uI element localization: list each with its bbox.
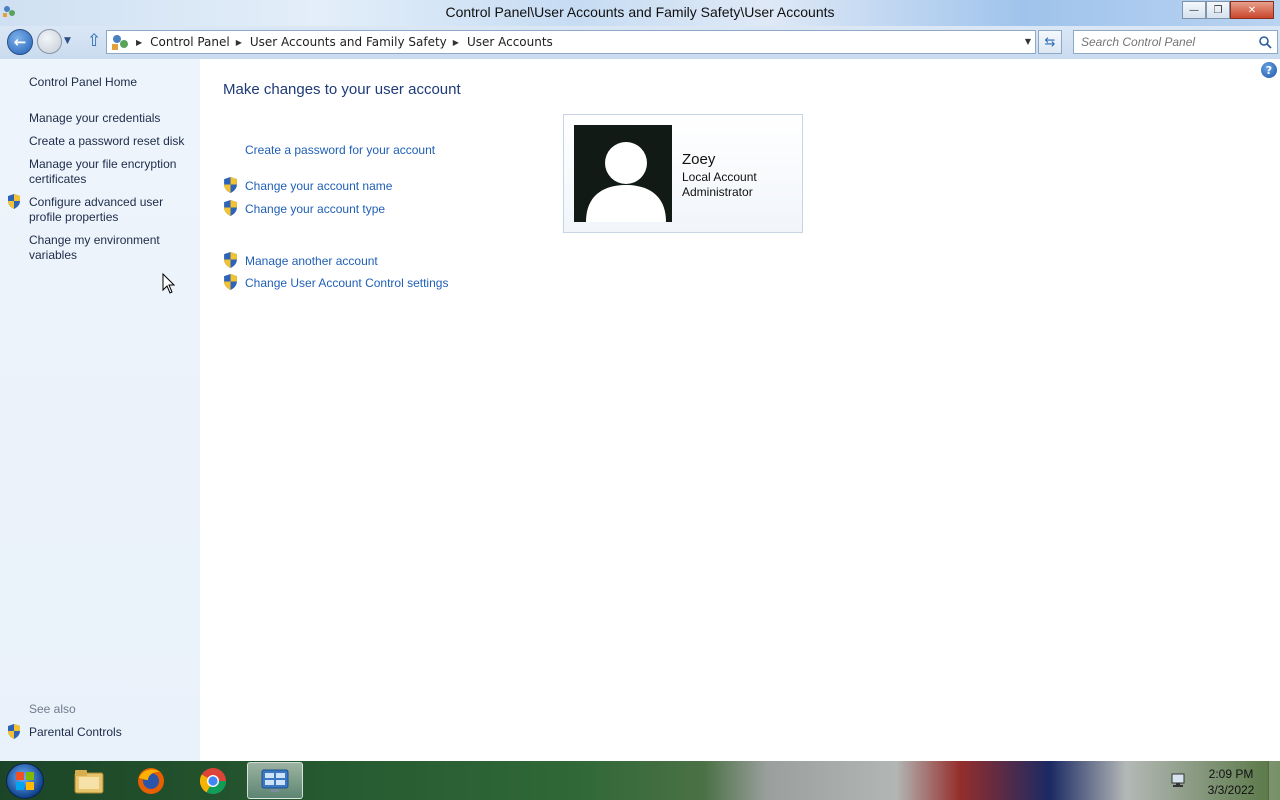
change-account-name-link[interactable]: Change your account name [245,179,392,193]
breadcrumb-user-accounts-family-safety[interactable]: User Accounts and Family Safety [250,35,447,49]
forward-button[interactable] [37,29,62,54]
control-panel-icon [261,769,289,792]
uac-shield-icon [8,194,20,209]
account-tile: Zoey Local Account Administrator [563,114,803,233]
search-box[interactable] [1073,30,1278,54]
start-button[interactable] [6,763,44,799]
manage-another-account-link[interactable]: Manage another account [245,254,378,268]
folder-icon [74,769,104,793]
mouse-cursor-icon [162,273,176,294]
chevron-right-icon[interactable]: ▶ [453,38,459,47]
firefox-icon [138,767,164,794]
restore-button[interactable]: ❐ [1206,1,1230,19]
title-bar: Control Panel\User Accounts and Family S… [0,0,1280,26]
uac-shield-icon [8,724,20,739]
uac-shield-icon [224,252,237,268]
uac-shield-icon [224,200,237,216]
create-password-link[interactable]: Create a password for your account [245,143,435,157]
search-icon[interactable] [1258,35,1272,49]
left-navigation-pane: Control Panel Home Manage your credentia… [0,59,200,761]
window-title: Control Panel\User Accounts and Family S… [445,4,835,20]
control-panel-home-link[interactable]: Control Panel Home [29,75,194,90]
taskbar-firefox[interactable] [123,762,179,799]
change-account-type-link[interactable]: Change your account type [245,202,385,216]
taskbar: 2:09 PM 3/3/2022 [0,761,1280,800]
chevron-right-icon[interactable]: ▶ [136,38,142,47]
configure-advanced-user-profile-link[interactable]: Configure advanced user profile properti… [29,195,179,225]
search-input[interactable] [1074,31,1254,53]
refresh-button[interactable]: ⇆ [1038,30,1062,54]
recent-pages-dropdown-icon[interactable]: ▼ [64,36,71,46]
create-password-reset-disk-link[interactable]: Create a password reset disk [29,134,194,149]
chrome-icon [199,767,227,794]
navigation-bar: ← ▼ ⇧ ▶ Control Panel ▶ User Accounts an… [0,26,1280,59]
help-icon[interactable]: ? [1261,62,1277,78]
network-icon[interactable] [1170,772,1188,788]
manage-file-encryption-certificates-link[interactable]: Manage your file encryption certificates [29,157,189,187]
back-button[interactable]: ← [7,29,33,55]
taskbar-chrome[interactable] [185,762,241,799]
up-arrow-icon[interactable]: ⇧ [87,32,103,50]
uac-shield-icon [224,177,237,193]
account-type: Local Account [682,170,757,184]
breadcrumb-control-panel[interactable]: Control Panel [150,35,230,49]
change-uac-settings-link[interactable]: Change User Account Control settings [245,276,448,290]
control-panel-icon [112,35,128,50]
taskbar-file-explorer[interactable] [61,762,117,799]
chevron-right-icon[interactable]: ▶ [236,38,242,47]
windows-logo-icon [16,772,34,790]
clock-date: 3/3/2022 [1207,783,1255,797]
account-role: Administrator [682,185,753,199]
taskbar-control-panel[interactable] [247,762,303,799]
parental-controls-link[interactable]: Parental Controls [29,725,194,740]
close-button[interactable]: ✕ [1230,1,1274,19]
page-title: Make changes to your user account [223,81,461,98]
avatar [574,125,672,222]
system-clock[interactable]: 2:09 PM 3/3/2022 [1196,766,1266,798]
minimize-button[interactable]: — [1182,1,1206,19]
clock-time: 2:09 PM [1208,767,1254,781]
show-desktop-button[interactable] [1268,761,1280,800]
user-silhouette-icon [574,125,672,222]
address-bar[interactable]: ▶ Control Panel ▶ User Accounts and Fami… [106,30,1036,54]
address-dropdown-icon[interactable]: ▼ [1025,37,1031,46]
uac-shield-icon [224,274,237,290]
change-environment-variables-link[interactable]: Change my environment variables [29,233,179,263]
breadcrumb-user-accounts[interactable]: User Accounts [467,35,553,49]
main-content: ? Make changes to your user account Crea… [200,59,1280,761]
account-name: Zoey [682,151,716,168]
manage-credentials-link[interactable]: Manage your credentials [29,111,194,126]
refresh-icon: ⇆ [1044,34,1056,50]
arrow-left-icon: ← [13,33,27,51]
see-also-label: See also [29,702,76,716]
